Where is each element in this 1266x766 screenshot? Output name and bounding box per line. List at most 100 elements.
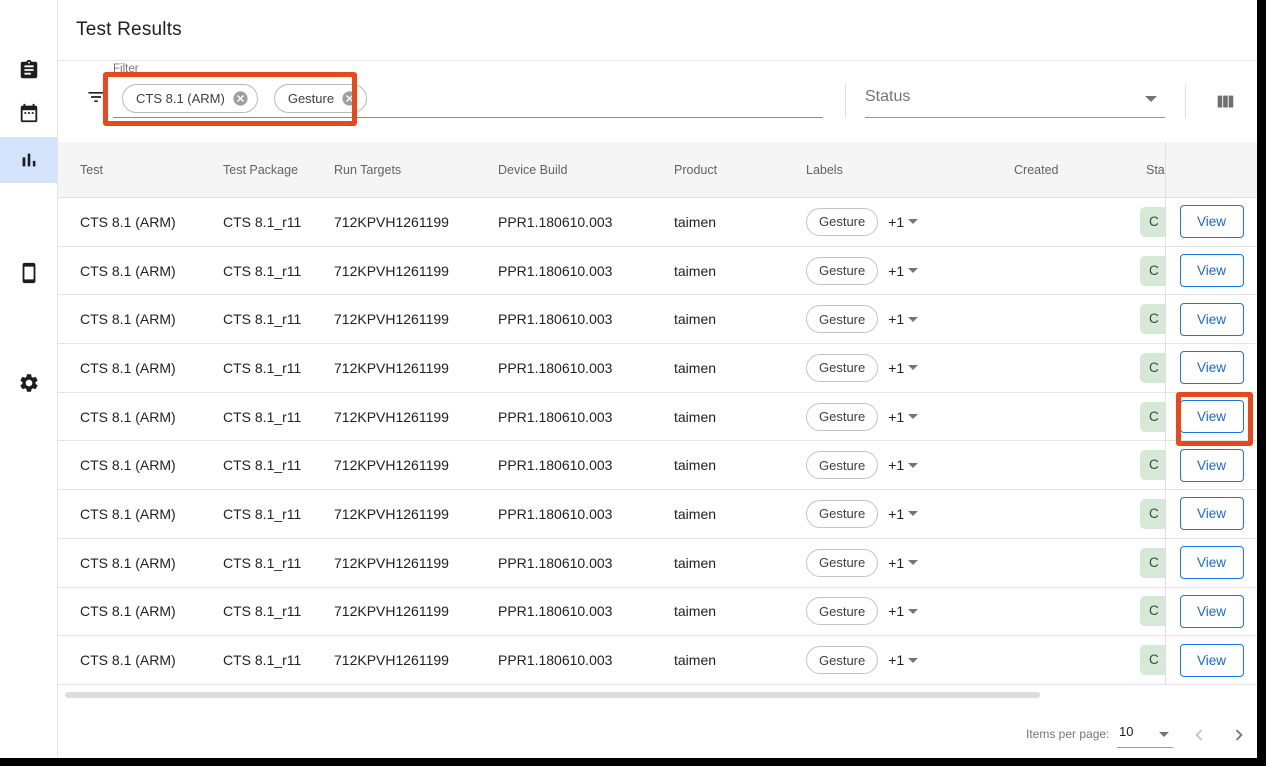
bar-chart-icon — [18, 149, 40, 171]
more-labels-toggle[interactable]: +1 — [888, 652, 918, 668]
more-labels-toggle[interactable]: +1 — [888, 457, 918, 473]
more-labels-toggle[interactable]: +1 — [888, 506, 918, 522]
cell-device-build: PPR1.180610.003 — [498, 214, 674, 230]
column-view-button[interactable] — [1210, 88, 1240, 118]
label-chip: Gesture — [806, 549, 878, 577]
chevron-down-icon — [908, 560, 918, 565]
chevron-left-icon — [1188, 724, 1210, 746]
sidebar-item-devices[interactable] — [0, 250, 57, 296]
cell-test: CTS 8.1 (ARM) — [80, 263, 223, 279]
status-badge: C — [1140, 207, 1165, 237]
more-labels-toggle[interactable]: +1 — [888, 409, 918, 425]
table-header-row: Test Test Package Run Targets Device Bui… — [58, 142, 1165, 198]
label-chip: Gesture — [806, 500, 878, 528]
cell-status: C — [1140, 304, 1165, 334]
cell-test: CTS 8.1 (ARM) — [80, 311, 223, 327]
view-column-icon — [1214, 91, 1236, 113]
table-row: CTS 8.1 (ARM) CTS 8.1_r11 712KPVH1261199… — [58, 198, 1165, 247]
cell-test-package: CTS 8.1_r11 — [223, 457, 334, 473]
cell-action: View — [1166, 198, 1257, 247]
table-row: CTS 8.1 (ARM) CTS 8.1_r11 712KPVH1261199… — [58, 441, 1165, 490]
status-select[interactable]: Status — [865, 84, 1165, 118]
cell-status: C — [1140, 353, 1165, 383]
next-page-button[interactable] — [1226, 723, 1252, 749]
column-header-labels: Labels — [806, 163, 1014, 177]
status-badge: C — [1140, 304, 1165, 334]
cell-product: taimen — [674, 409, 806, 425]
sidebar-item-schedule[interactable] — [0, 90, 57, 136]
items-per-page-label: Items per page: — [1026, 727, 1109, 741]
cell-product: taimen — [674, 652, 806, 668]
cell-labels: Gesture +1 — [806, 305, 1014, 333]
cell-test: CTS 8.1 (ARM) — [80, 555, 223, 571]
app-window: Test Results Filter CTS 8.1 (ARM) Gestur… — [0, 0, 1257, 758]
filter-chip[interactable]: CTS 8.1 (ARM) — [122, 84, 258, 113]
cell-labels: Gesture +1 — [806, 597, 1014, 625]
column-header-status: Status — [1140, 163, 1165, 177]
filter-chip[interactable]: Gesture — [274, 84, 367, 113]
table-row: CTS 8.1 (ARM) CTS 8.1_r11 712KPVH1261199… — [58, 393, 1165, 442]
sidebar-item-test-results[interactable] — [0, 137, 57, 183]
view-button[interactable]: View — [1180, 595, 1244, 628]
more-labels-toggle[interactable]: +1 — [888, 555, 918, 571]
cell-action: View — [1166, 636, 1257, 685]
cell-device-build: PPR1.180610.003 — [498, 311, 674, 327]
label-chip: Gesture — [806, 208, 878, 236]
more-labels-toggle[interactable]: +1 — [888, 360, 918, 376]
frozen-action-column: View View View View View View View View View View — [1165, 142, 1257, 685]
cell-run-targets: 712KPVH1261199 — [334, 214, 498, 230]
cell-device-build: PPR1.180610.003 — [498, 603, 674, 619]
cell-test: CTS 8.1 (ARM) — [80, 506, 223, 522]
cell-labels: Gesture +1 — [806, 549, 1014, 577]
cell-labels: Gesture +1 — [806, 500, 1014, 528]
results-table: Test Test Package Run Targets Device Bui… — [58, 142, 1257, 685]
cell-product: taimen — [674, 457, 806, 473]
view-button[interactable]: View — [1180, 546, 1244, 579]
cell-device-build: PPR1.180610.003 — [498, 555, 674, 571]
previous-page-button[interactable] — [1186, 723, 1212, 749]
cell-device-build: PPR1.180610.003 — [498, 457, 674, 473]
cell-test-package: CTS 8.1_r11 — [223, 652, 334, 668]
status-badge: C — [1140, 645, 1165, 675]
cell-device-build: PPR1.180610.003 — [498, 263, 674, 279]
horizontal-scrollbar[interactable] — [65, 692, 1040, 698]
cell-test-package: CTS 8.1_r11 — [223, 263, 334, 279]
column-header-test: Test — [80, 163, 223, 177]
cell-test-package: CTS 8.1_r11 — [223, 360, 334, 376]
cell-status: C — [1140, 207, 1165, 237]
cell-run-targets: 712KPVH1261199 — [334, 311, 498, 327]
filter-input[interactable]: CTS 8.1 (ARM) Gesture — [122, 84, 367, 113]
cell-status: C — [1140, 499, 1165, 529]
view-button[interactable]: View — [1180, 449, 1244, 482]
sidebar-item-settings[interactable] — [0, 360, 57, 406]
label-chip: Gesture — [806, 257, 878, 285]
table-row: CTS 8.1 (ARM) CTS 8.1_r11 712KPVH1261199… — [58, 490, 1165, 539]
cell-action: View — [1166, 588, 1257, 637]
chevron-down-icon — [908, 658, 918, 663]
cell-test: CTS 8.1 (ARM) — [80, 360, 223, 376]
cell-test-package: CTS 8.1_r11 — [223, 311, 334, 327]
view-button[interactable]: View — [1180, 254, 1244, 287]
cell-test: CTS 8.1 (ARM) — [80, 603, 223, 619]
chevron-down-icon — [1145, 96, 1157, 102]
view-button[interactable]: View — [1180, 644, 1244, 677]
items-per-page-select[interactable]: 10 — [1117, 722, 1173, 748]
view-button[interactable]: View — [1180, 205, 1244, 238]
more-labels-toggle[interactable]: +1 — [888, 263, 918, 279]
more-labels-toggle[interactable]: +1 — [888, 603, 918, 619]
view-button[interactable]: View — [1180, 497, 1244, 530]
view-button[interactable]: View — [1180, 400, 1244, 433]
clipboard-icon — [18, 59, 40, 81]
sidebar-item-test-plans[interactable] — [0, 47, 57, 93]
cancel-icon[interactable] — [341, 90, 358, 107]
cancel-icon[interactable] — [232, 90, 249, 107]
more-labels-toggle[interactable]: +1 — [888, 311, 918, 327]
cell-run-targets: 712KPVH1261199 — [334, 263, 498, 279]
view-button[interactable]: View — [1180, 303, 1244, 336]
cell-test-package: CTS 8.1_r11 — [223, 506, 334, 522]
view-button[interactable]: View — [1180, 351, 1244, 384]
cell-product: taimen — [674, 360, 806, 376]
cell-labels: Gesture +1 — [806, 257, 1014, 285]
more-labels-toggle[interactable]: +1 — [888, 214, 918, 230]
cell-product: taimen — [674, 603, 806, 619]
